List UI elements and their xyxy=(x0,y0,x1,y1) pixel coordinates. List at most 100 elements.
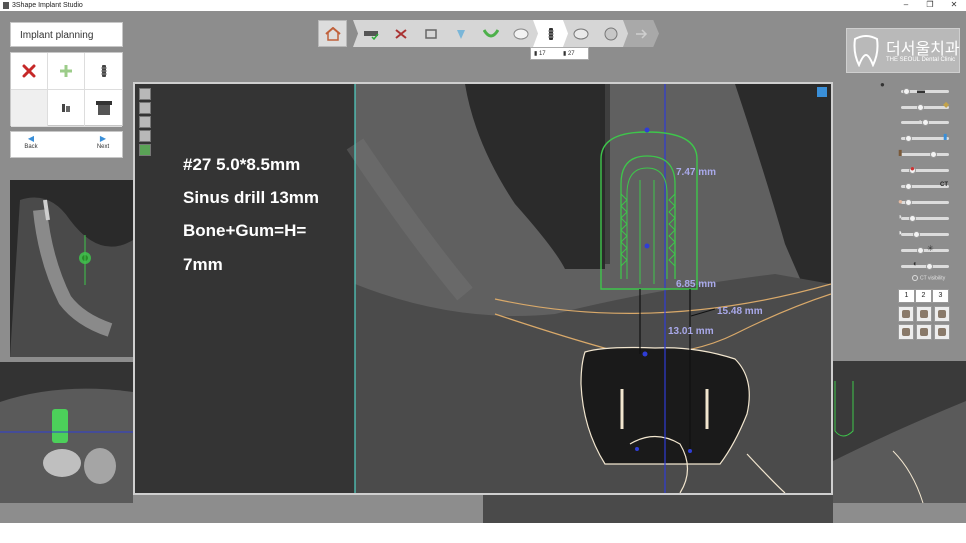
clinic-logo: 더서울치과 THE SEOUL Dental Clinic xyxy=(846,28,960,73)
download-tool-icon[interactable] xyxy=(139,144,151,156)
gum-icon: ◗ xyxy=(898,212,903,221)
view-bottom-icon[interactable] xyxy=(916,324,932,340)
step-sleeve[interactable] xyxy=(563,20,599,47)
ct-visibility-label: CT visibility xyxy=(920,275,946,282)
ct-cross-section-view[interactable]: #27 5.0*8.5mm Sinus drill 13mm Bone+Gum=… xyxy=(133,82,833,495)
slider-lower-teeth[interactable] xyxy=(901,119,949,126)
view-tools xyxy=(139,88,151,158)
note-line-1: #27 5.0*8.5mm xyxy=(183,155,301,174)
view-preset-grid xyxy=(898,306,950,342)
guide-icon xyxy=(604,27,618,40)
back-arrow-icon: ◀ xyxy=(27,134,35,143)
ct-visibility-toggle[interactable]: CT visibility xyxy=(912,275,945,281)
panel-title: Implant planning xyxy=(20,30,94,41)
sleeve-icon xyxy=(95,101,112,115)
view-right-icon[interactable] xyxy=(934,306,950,322)
tooth-logo-icon xyxy=(853,35,879,67)
step-guide[interactable] xyxy=(593,20,629,47)
view-front-icon[interactable] xyxy=(898,306,914,322)
radio-icon xyxy=(912,275,918,281)
add-implant-button[interactable] xyxy=(48,53,85,90)
pen-tool-icon[interactable] xyxy=(139,116,151,128)
slider-crown[interactable] xyxy=(901,231,949,238)
measurement-width-top: 7.47 mm xyxy=(676,167,717,178)
ct-image xyxy=(135,84,831,493)
home-icon xyxy=(324,26,341,41)
panel-title-box: Implant planning xyxy=(10,22,123,47)
view-tab-3[interactable]: 3 xyxy=(932,289,949,303)
lower-tooth-icon: ◗ xyxy=(918,117,923,126)
next-label: Next xyxy=(96,144,110,150)
note-line-2: Sinus drill 13mm xyxy=(183,188,320,207)
crown-icon: ◗ xyxy=(898,228,903,237)
view-back-icon[interactable] xyxy=(934,324,950,340)
step-scan-import[interactable] xyxy=(353,20,389,47)
slider-guide[interactable] xyxy=(901,135,949,142)
cross-section-thumbnail[interactable] xyxy=(0,362,133,503)
slider-upper-teeth[interactable] xyxy=(901,104,949,111)
erase-tool-icon[interactable] xyxy=(139,130,151,142)
slider-nerve[interactable] xyxy=(901,167,949,174)
empty-tool-slot xyxy=(11,90,48,127)
home-button[interactable] xyxy=(318,20,347,47)
minimize-button[interactable]: – xyxy=(896,0,916,11)
view-tab-2[interactable]: 2 xyxy=(915,289,932,303)
close-button[interactable]: ✕ xyxy=(944,0,964,11)
step-export[interactable] xyxy=(623,20,659,47)
view-tab-1[interactable]: 1 xyxy=(898,289,915,303)
view-left-icon[interactable] xyxy=(916,306,932,322)
gum-icon xyxy=(483,28,499,37)
maximize-button[interactable]: ❐ xyxy=(920,0,940,11)
tooth-tab-27-label: 27 xyxy=(567,51,575,57)
contrast-icon: ◐ xyxy=(913,259,918,268)
add-icon xyxy=(60,65,72,77)
slider-gum[interactable] xyxy=(901,215,949,222)
panoramic-thumbnail[interactable] xyxy=(10,180,133,357)
tooth-tab-27[interactable]: ▮ 27 xyxy=(563,49,575,59)
logo-korean-text: 더서울치과 xyxy=(886,41,960,58)
slider-brightness[interactable] xyxy=(901,247,949,254)
3d-view-thumbnail[interactable] xyxy=(833,361,966,503)
step-segmentation[interactable] xyxy=(383,20,419,47)
view-top-icon[interactable] xyxy=(898,324,914,340)
back-button[interactable]: ◀ Back xyxy=(13,134,49,156)
slider-upper-jaw[interactable] xyxy=(901,88,949,95)
step-nerve[interactable] xyxy=(443,20,479,47)
implant-brown-icon: ▮ xyxy=(898,148,903,157)
scan-import-icon xyxy=(364,30,379,40)
note-line-4: 7mm xyxy=(183,255,223,274)
tooth-gold-icon: ◆ xyxy=(943,100,950,109)
step-gum[interactable] xyxy=(473,20,509,47)
tooth-icon xyxy=(513,28,529,39)
abutment-icon xyxy=(62,104,70,112)
sleeve-icon xyxy=(573,28,589,39)
sleeve-button[interactable] xyxy=(85,90,122,127)
back-label: Back xyxy=(24,144,38,150)
guide-blue-icon: ▮ xyxy=(943,132,948,141)
export-icon xyxy=(636,28,648,39)
slider-contrast[interactable] xyxy=(901,263,949,270)
measurement-length-short: 13.01 mm xyxy=(668,326,714,337)
slider-bone[interactable] xyxy=(901,199,949,206)
delete-implant-button[interactable] xyxy=(11,53,48,90)
lower-panel-strip xyxy=(483,495,833,523)
tool-grid xyxy=(10,52,123,127)
implant-library-button[interactable] xyxy=(85,53,122,90)
nerve-icon xyxy=(457,29,465,39)
tooth-tab-17[interactable]: ▮ 17 xyxy=(534,49,546,59)
step-tooth[interactable] xyxy=(503,20,539,47)
next-button[interactable]: ▶ Next xyxy=(85,134,121,156)
slider-knob[interactable] xyxy=(903,88,911,95)
abutment-button[interactable] xyxy=(48,90,85,127)
slider-knob[interactable] xyxy=(929,151,937,158)
alignment-icon xyxy=(425,28,437,39)
slider-knob[interactable] xyxy=(925,263,933,270)
pin-icon: ● xyxy=(880,80,885,89)
navigation-box: ◀ Back ▶ Next xyxy=(10,131,123,158)
view-layout-tabs: 1 2 3 xyxy=(898,289,950,303)
ruler-tool-icon[interactable] xyxy=(139,88,151,100)
step-alignment[interactable] xyxy=(413,20,449,47)
slider-implant[interactable] xyxy=(901,151,949,158)
step-implant[interactable] xyxy=(533,20,569,47)
line-tool-icon[interactable] xyxy=(139,102,151,114)
